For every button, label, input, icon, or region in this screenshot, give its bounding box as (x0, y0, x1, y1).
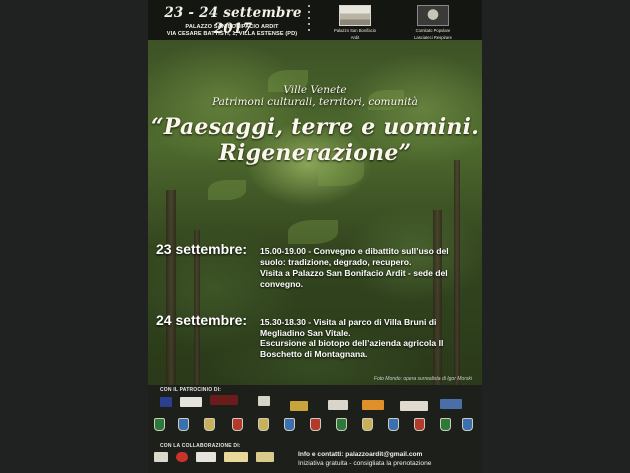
day-1-label: 23 settembre: (156, 241, 248, 257)
tree-trunk (166, 190, 176, 385)
sponsor-logo (210, 395, 238, 405)
sponsor-logo (362, 400, 384, 410)
leaf-shape (208, 180, 246, 200)
municipality-crest-icon (362, 418, 373, 431)
main-title-line-1: “Paesaggi, terre e uomini. (150, 114, 480, 140)
partner-logo (176, 452, 188, 462)
sponsor-logo (290, 401, 308, 411)
contact-info: Info e contatti: palazzoardit@gmail.com (298, 451, 423, 458)
venue-name: PALAZZO SAN BONIFACIO ARDIT (185, 24, 279, 30)
comitato-logo: Comitato Popolare Lasciateci Respirare (402, 5, 464, 40)
municipality-crest-icon (284, 418, 295, 431)
day-2-event-1: 15.30-18.30 - Visita al parco di Villa B… (260, 317, 437, 338)
palazzo-logo-label-1: Palazzo San Bonifacio (334, 28, 376, 33)
poster-footer: CON IL PATROCINIO DI: CON LA COLLABORAZI… (148, 385, 482, 473)
patronage-label: CON IL PATROCINIO DI: (160, 387, 222, 393)
municipality-crest-icon (462, 418, 473, 431)
leaf-shape (288, 220, 338, 244)
sponsor-logo (440, 399, 462, 409)
municipality-crest-icon (258, 418, 269, 431)
municipality-crest-icon (178, 418, 189, 431)
municipality-crest-icon (440, 418, 451, 431)
municipality-crest-icon (232, 418, 243, 431)
forest-background-image: Ville Venete Patrimoni culturali, territ… (148, 40, 482, 385)
separator-dots (308, 5, 311, 35)
comitato-portrait-icon (417, 5, 449, 26)
booking-note: Iniziativa gratuita - consigliata la pre… (298, 460, 432, 467)
poster-header: 23 - 24 settembre 2017 PALAZZO SAN BONIF… (148, 0, 482, 40)
partner-logo (154, 452, 168, 462)
subtitle-ville-venete: Ville Venete (283, 84, 347, 96)
municipality-crest-icon (310, 418, 321, 431)
partner-logo (224, 452, 248, 462)
palazzo-building-icon (339, 5, 371, 26)
venue-address: VIA CESARE BATTISTI, 1, VILLA ESTENSE (P… (166, 31, 298, 37)
subtitle-patrimoni: Patrimoni culturali, territori, comunità (212, 96, 418, 108)
partner-logo (196, 452, 216, 462)
day-1-event-1: 15.00-19.00 - Convegno e dibattito sull’… (260, 246, 449, 267)
day-2-event-2: Escursione al biotopo dell’azienda agric… (260, 338, 444, 359)
municipality-crest-icon (154, 418, 165, 431)
event-poster: 23 - 24 settembre 2017 PALAZZO SAN BONIF… (148, 0, 482, 473)
municipality-crest-icon (388, 418, 399, 431)
day-1-event-2: Visita a Palazzo San Bonifacio Ardit - s… (260, 268, 448, 289)
municipality-crest-icon (204, 418, 215, 431)
sponsor-logo (328, 400, 348, 410)
main-title-line-2: Rigenerazione” (218, 140, 412, 166)
eu-logo (160, 397, 172, 407)
partner-logo (256, 452, 274, 462)
sponsor-logo (400, 401, 428, 411)
photo-credit: Foto Mondo: opera surrealista di Igor Mo… (373, 376, 472, 382)
municipality-crest-icon (414, 418, 425, 431)
comitato-logo-label-1: Comitato Popolare (415, 28, 451, 33)
sponsor-logo (258, 396, 270, 406)
sponsor-logo (180, 397, 202, 407)
palazzo-logo: Palazzo San Bonifacio Ardit (324, 5, 386, 40)
collaboration-label: CON LA COLLABORAZIONE DI: (160, 443, 241, 449)
municipality-crest-icon (336, 418, 347, 431)
day-2-label: 24 settembre: (156, 312, 248, 328)
